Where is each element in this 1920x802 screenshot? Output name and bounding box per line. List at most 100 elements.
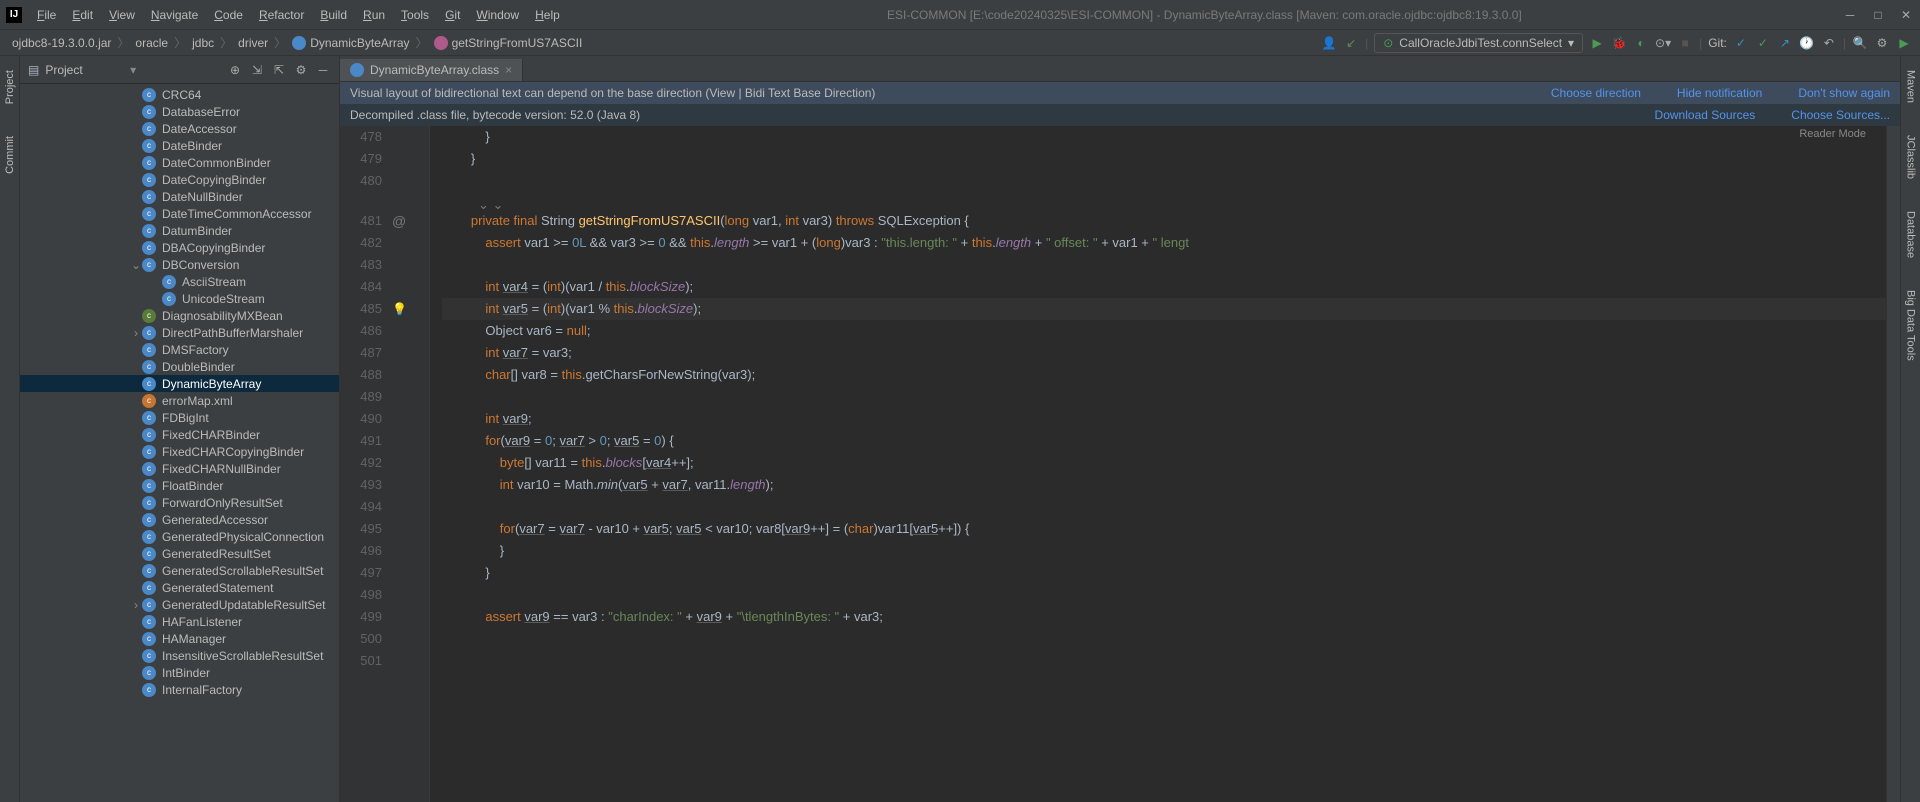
tree-item[interactable]: ›cGeneratedUpdatableResultSet bbox=[20, 596, 339, 613]
tree-item[interactable]: cDatabaseError bbox=[20, 103, 339, 120]
code-line[interactable] bbox=[442, 170, 1886, 192]
code-line[interactable]: int var5 = (int)(var1 % this.blockSize); bbox=[442, 298, 1886, 320]
close-icon[interactable]: × bbox=[505, 63, 512, 77]
code-line[interactable]: byte[] var11 = this.blocks[var4++]; bbox=[442, 452, 1886, 474]
tree-item[interactable]: cGeneratedPhysicalConnection bbox=[20, 528, 339, 545]
chevron-down-icon[interactable]: ▾ bbox=[130, 63, 136, 77]
code-line[interactable] bbox=[442, 386, 1886, 408]
stop-button[interactable]: ■ bbox=[1677, 35, 1693, 51]
tool-tab-maven[interactable]: Maven bbox=[1903, 64, 1919, 109]
tree-item[interactable]: cIntBinder bbox=[20, 664, 339, 681]
menu-view[interactable]: View bbox=[102, 4, 142, 26]
breadcrumb-item[interactable]: getStringFromUS7ASCII bbox=[430, 36, 587, 50]
banner-link[interactable]: Choose Sources... bbox=[1791, 108, 1890, 122]
tree-item[interactable]: cerrorMap.xml bbox=[20, 392, 339, 409]
tree-item[interactable]: ›cDirectPathBufferMarshaler bbox=[20, 324, 339, 341]
debug-button[interactable]: 🐞 bbox=[1611, 35, 1627, 51]
code-line[interactable] bbox=[442, 584, 1886, 606]
tree-item[interactable]: cHAFanListener bbox=[20, 613, 339, 630]
project-tree[interactable]: cCRC64cDatabaseErrorcDateAccessorcDateBi… bbox=[20, 84, 339, 802]
expand-all-icon[interactable]: ⇲ bbox=[249, 62, 265, 78]
tree-item[interactable]: cDiagnosabilityMXBean bbox=[20, 307, 339, 324]
tree-item[interactable]: cDateCopyingBinder bbox=[20, 171, 339, 188]
tree-item[interactable]: cInternalFactory bbox=[20, 681, 339, 698]
breadcrumb-item[interactable]: oracle bbox=[131, 36, 172, 50]
tree-item[interactable]: cForwardOnlyResultSet bbox=[20, 494, 339, 511]
hide-panel-icon[interactable]: ─ bbox=[315, 62, 331, 78]
git-history-icon[interactable]: 🕐 bbox=[1799, 35, 1815, 51]
search-icon[interactable]: 🔍 bbox=[1852, 35, 1868, 51]
close-button[interactable]: ✕ bbox=[1898, 8, 1914, 22]
code-editor[interactable]: 4784794804814824834844854864874884894904… bbox=[340, 126, 1900, 802]
intention-bulb-icon[interactable]: 💡 bbox=[392, 298, 407, 320]
git-update-icon[interactable]: ✓ bbox=[1733, 35, 1749, 51]
tree-item[interactable]: cDateAccessor bbox=[20, 120, 339, 137]
tree-item[interactable]: cAsciiStream bbox=[20, 273, 339, 290]
user-icon[interactable]: 👤 bbox=[1321, 35, 1337, 51]
profile-button[interactable]: ⊙▾ bbox=[1655, 35, 1671, 51]
select-opened-file-icon[interactable]: ⊕ bbox=[227, 62, 243, 78]
tree-item[interactable]: cDoubleBinder bbox=[20, 358, 339, 375]
banner-link[interactable]: Don't show again bbox=[1798, 86, 1890, 100]
collapse-all-icon[interactable]: ⇱ bbox=[271, 62, 287, 78]
tree-expand-icon[interactable]: ⌄ bbox=[130, 258, 142, 272]
code-line[interactable] bbox=[442, 496, 1886, 518]
code-line[interactable]: for(var9 = 0; var7 > 0; var5 = 0) { bbox=[442, 430, 1886, 452]
git-push-icon[interactable]: ↗ bbox=[1777, 35, 1793, 51]
code-line[interactable]: int var4 = (int)(var1 / this.blockSize); bbox=[442, 276, 1886, 298]
tree-item[interactable]: cGeneratedResultSet bbox=[20, 545, 339, 562]
tree-item[interactable]: cFixedCHARNullBinder bbox=[20, 460, 339, 477]
code-line[interactable]: assert var9 == var3 : "charIndex: " + va… bbox=[442, 606, 1886, 628]
breadcrumb-item[interactable]: jdbc bbox=[188, 36, 218, 50]
tree-item[interactable]: cGeneratedStatement bbox=[20, 579, 339, 596]
banner-link[interactable]: Choose direction bbox=[1551, 86, 1641, 100]
tool-tab-bigdata[interactable]: Big Data Tools bbox=[1903, 284, 1919, 367]
tree-item[interactable]: cDateBinder bbox=[20, 137, 339, 154]
run-button[interactable]: ▶ bbox=[1589, 35, 1605, 51]
menu-code[interactable]: Code bbox=[207, 4, 250, 26]
tree-item[interactable]: cGeneratedAccessor bbox=[20, 511, 339, 528]
panel-settings-icon[interactable]: ⚙ bbox=[293, 62, 309, 78]
settings-icon[interactable]: ⚙ bbox=[1874, 35, 1890, 51]
breadcrumb-item[interactable]: ojdbc8-19.3.0.0.jar bbox=[8, 36, 115, 50]
code-line[interactable]: } bbox=[442, 540, 1886, 562]
run-config-selector[interactable]: ⊙ CallOracleJdbiTest.connSelect ▾ bbox=[1374, 33, 1583, 53]
code-line[interactable]: int var7 = var3; bbox=[442, 342, 1886, 364]
tree-item[interactable]: cDatumBinder bbox=[20, 222, 339, 239]
menu-git[interactable]: Git bbox=[438, 4, 467, 26]
code-line[interactable]: char[] var8 = this.getCharsForNewString(… bbox=[442, 364, 1886, 386]
tree-item[interactable]: cCRC64 bbox=[20, 86, 339, 103]
menu-refactor[interactable]: Refactor bbox=[252, 4, 311, 26]
banner-link[interactable]: Hide notification bbox=[1677, 86, 1762, 100]
code-line[interactable] bbox=[442, 650, 1886, 672]
annotation-icon[interactable]: @ bbox=[392, 210, 406, 232]
tree-item[interactable]: ⌄cDBConversion bbox=[20, 256, 339, 273]
build-icon[interactable]: ↙ bbox=[1343, 35, 1359, 51]
tree-item[interactable]: cFloatBinder bbox=[20, 477, 339, 494]
menu-edit[interactable]: Edit bbox=[65, 4, 100, 26]
git-rollback-icon[interactable]: ↶ bbox=[1821, 35, 1837, 51]
tree-item[interactable]: cFixedCHARBinder bbox=[20, 426, 339, 443]
minimize-button[interactable]: ─ bbox=[1842, 8, 1858, 22]
tree-item[interactable]: cFixedCHARCopyingBinder bbox=[20, 443, 339, 460]
code-line[interactable]: int var10 = Math.min(var5 + var7, var11.… bbox=[442, 474, 1886, 496]
menu-help[interactable]: Help bbox=[528, 4, 567, 26]
tree-item[interactable]: cGeneratedScrollableResultSet bbox=[20, 562, 339, 579]
tree-item[interactable]: cDMSFactory bbox=[20, 341, 339, 358]
menu-build[interactable]: Build bbox=[313, 4, 354, 26]
code-line[interactable]: } bbox=[442, 562, 1886, 584]
code-line[interactable]: for(var7 = var7 - var10 + var5; var5 < v… bbox=[442, 518, 1886, 540]
tree-item[interactable]: cUnicodeStream bbox=[20, 290, 339, 307]
code-line[interactable]: } bbox=[442, 126, 1886, 148]
tree-expand-icon[interactable]: › bbox=[130, 326, 142, 340]
tree-item[interactable]: cHAManager bbox=[20, 630, 339, 647]
tool-tab-jclasslib[interactable]: JClasslib bbox=[1903, 129, 1919, 185]
code-line[interactable] bbox=[442, 254, 1886, 276]
editor-tab[interactable]: DynamicByteArray.class × bbox=[340, 59, 523, 81]
banner-link[interactable]: Download Sources bbox=[1655, 108, 1756, 122]
git-commit-icon[interactable]: ✓ bbox=[1755, 35, 1771, 51]
coverage-button[interactable]: ◐ bbox=[1633, 35, 1649, 51]
code-line[interactable]: Object var6 = null; bbox=[442, 320, 1886, 342]
tree-expand-icon[interactable]: › bbox=[130, 598, 142, 612]
tool-tab-database[interactable]: Database bbox=[1903, 205, 1919, 264]
